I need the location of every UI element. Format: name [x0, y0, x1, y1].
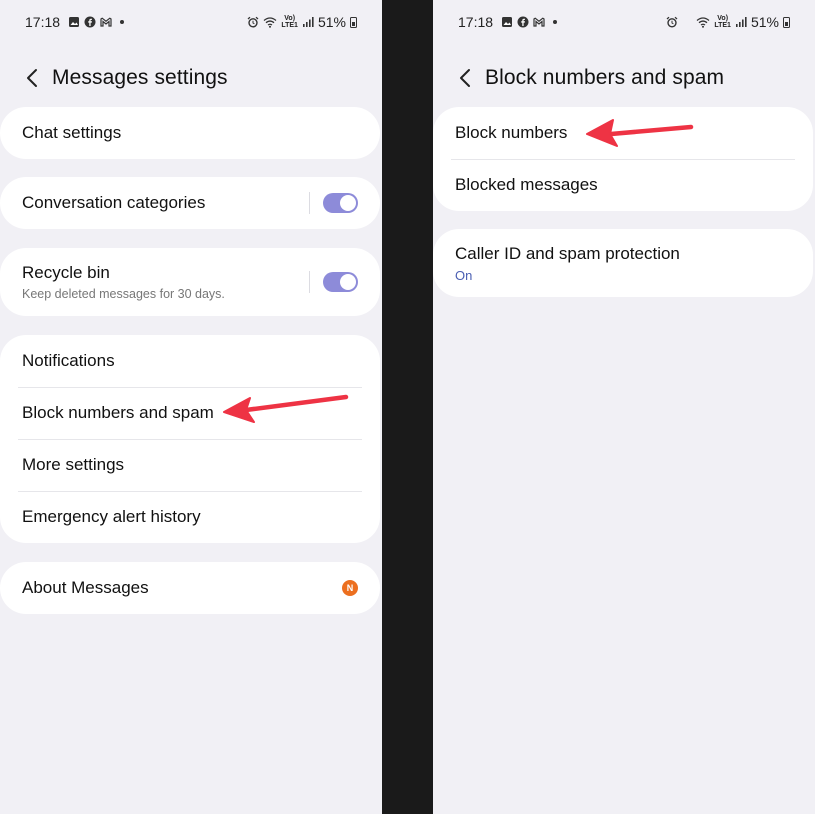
chat-settings-item[interactable]: Chat settings	[0, 107, 380, 159]
emergency-alert-history-label: Emergency alert history	[22, 507, 201, 526]
recycle-bin-description: Keep deleted messages for 30 days.	[22, 287, 225, 301]
conversation-categories-card: Conversation categories	[0, 177, 380, 229]
signal-icon	[302, 16, 314, 28]
page-header: Block numbers and spam	[453, 62, 724, 94]
block-numbers-and-spam-screen: 17:18 Vo) LTE1 51% Block numbers and spa…	[433, 0, 815, 814]
row-divider	[309, 192, 310, 214]
notification-dot-icon	[553, 20, 558, 24]
conversation-categories-item[interactable]: Conversation categories	[0, 177, 380, 229]
status-time: 17:18	[458, 14, 494, 30]
volte-indicator: Vo) LTE1	[714, 15, 731, 29]
signal-icon	[735, 16, 747, 28]
conversation-categories-label: Conversation categories	[22, 193, 206, 212]
chat-settings-card: Chat settings	[0, 107, 380, 159]
volte-indicator: Vo) LTE1	[281, 15, 298, 29]
status-time: 17:18	[25, 14, 61, 30]
page-title: Block numbers and spam	[485, 66, 725, 89]
annotation-arrow-icon	[223, 394, 349, 423]
block-numbers-and-spam-label: Block numbers and spam	[22, 403, 214, 422]
wifi-icon	[696, 16, 710, 28]
new-badge: N	[342, 580, 358, 596]
annotation-arrow-icon	[586, 119, 694, 147]
facebook-icon	[517, 16, 529, 28]
about-messages-card: About Messages N	[0, 562, 380, 614]
battery-icon	[783, 16, 790, 28]
status-bar: 17:18 Vo) LTE1 51%	[458, 12, 790, 32]
notifications-label: Notifications	[22, 351, 115, 370]
messages-settings-screen: 17:18 Vo) LTE1 51% Messages settings Cha…	[0, 0, 382, 814]
caller-id-label: Caller ID and spam protection	[455, 243, 680, 263]
about-messages-item[interactable]: About Messages N	[0, 562, 380, 614]
recycle-bin-label: Recycle bin	[22, 263, 110, 282]
alarm-icon	[666, 16, 678, 28]
facebook-icon	[84, 16, 96, 28]
blocked-messages-item[interactable]: Blocked messages	[433, 159, 813, 211]
row-divider	[309, 271, 310, 293]
volte-bottom-text: LTE1	[281, 22, 298, 29]
page-title: Messages settings	[52, 66, 228, 89]
volte-top-text: Vo)	[284, 15, 296, 22]
status-bar: 17:18 Vo) LTE1 51%	[25, 12, 357, 32]
gmail-icon	[533, 16, 545, 28]
chat-settings-label: Chat settings	[22, 123, 122, 142]
notification-dot-icon	[120, 20, 125, 24]
gallery-icon	[501, 16, 513, 28]
gmail-icon	[100, 16, 112, 28]
volte-top-text: Vo)	[717, 15, 729, 22]
wifi-icon	[263, 16, 277, 28]
blocked-messages-label: Blocked messages	[455, 175, 598, 194]
page-header: Messages settings	[20, 62, 228, 94]
gallery-icon	[68, 16, 80, 28]
battery-icon	[350, 16, 357, 28]
emergency-alert-history-item[interactable]: Emergency alert history	[0, 491, 380, 543]
back-arrow-icon[interactable]	[20, 64, 44, 92]
caller-id-item[interactable]: Caller ID and spam protection On	[433, 229, 813, 297]
caller-id-card: Caller ID and spam protection On	[433, 229, 813, 297]
battery-percent: 51%	[317, 14, 346, 30]
volte-bottom-text: LTE1	[714, 22, 731, 29]
recycle-bin-toggle[interactable]	[323, 272, 358, 292]
alarm-icon	[247, 16, 259, 28]
battery-percent: 51%	[750, 14, 779, 30]
back-arrow-icon[interactable]	[453, 64, 477, 92]
settings-group-card: Notifications Block numbers and spam Mor…	[0, 335, 380, 543]
recycle-bin-item[interactable]: Recycle bin Keep deleted messages for 30…	[0, 248, 380, 316]
block-numbers-label: Block numbers	[455, 123, 568, 142]
caller-id-status: On	[455, 267, 473, 283]
more-settings-label: More settings	[22, 455, 125, 474]
more-settings-item[interactable]: More settings	[0, 439, 380, 491]
conversation-categories-toggle[interactable]	[323, 193, 358, 213]
recycle-bin-card: Recycle bin Keep deleted messages for 30…	[0, 248, 380, 316]
notifications-item[interactable]: Notifications	[0, 335, 380, 387]
about-messages-label: About Messages	[22, 578, 149, 597]
